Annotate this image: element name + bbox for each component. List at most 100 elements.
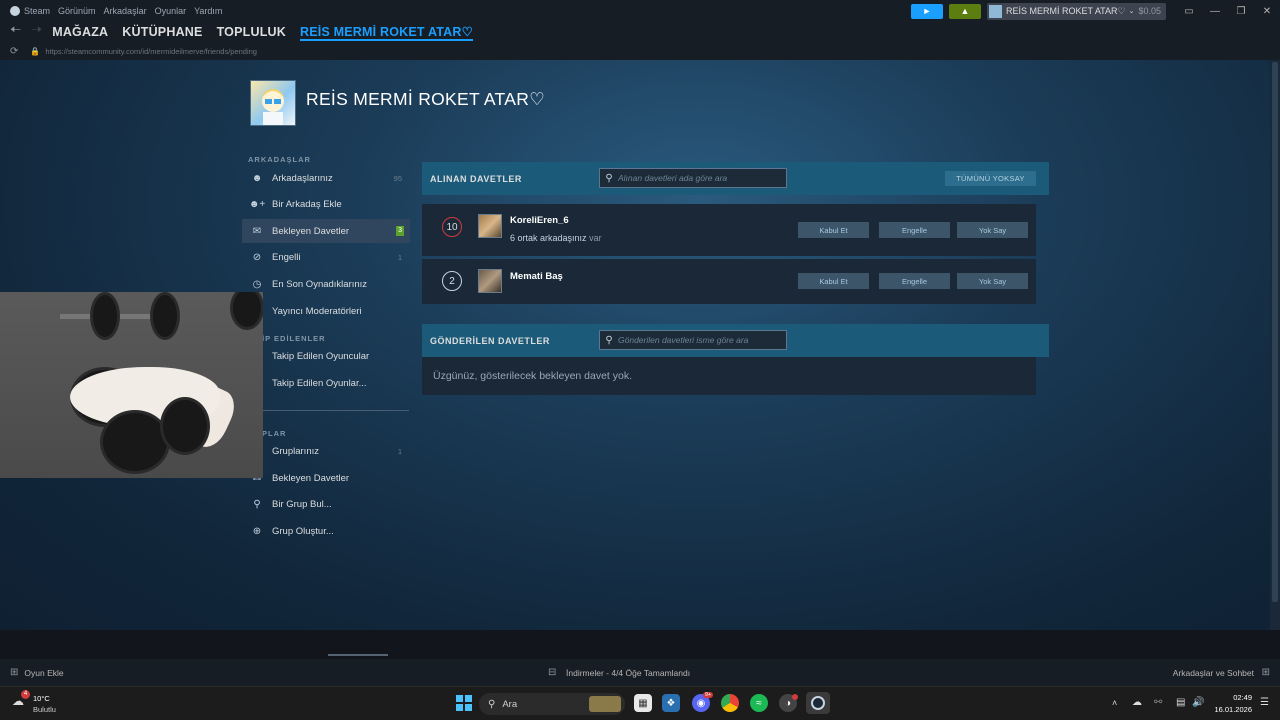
sidebar-item-your-groups[interactable]: Gruplarınız 1: [242, 439, 410, 463]
chrome-icon[interactable]: [721, 694, 739, 712]
block-button[interactable]: Engelle: [879, 222, 950, 238]
sidebar-item-blocked[interactable]: ⊘ Engelli 1: [242, 245, 410, 269]
sidebar-item-friends[interactable]: ☻ Arkadaşlarınız 95: [242, 166, 410, 190]
account-menu[interactable]: REİS MERMİ ROKET ATAR♡ ⌄ $0.05: [987, 2, 1166, 20]
news-ticker: [0, 630, 1280, 659]
weather-widget[interactable]: ☁ 4: [12, 690, 32, 708]
tab-community[interactable]: TOPLULUK: [217, 25, 286, 39]
tab-library[interactable]: KÜTÜPHANE: [122, 25, 202, 39]
back-arrow-icon[interactable]: 🠠: [10, 21, 21, 43]
sidebar-item-label: Bir Grup Bul...: [272, 498, 332, 510]
sidebar-item-label: Takip Edilen Oyuncular: [272, 350, 370, 362]
invite-row: 10 KoreliEren_6 6 ortak arkadaşınız var …: [422, 204, 1036, 256]
search-icon: ⚲: [605, 334, 613, 346]
sidebar-divider: [242, 410, 409, 411]
accept-button[interactable]: Kabul Et: [798, 222, 869, 238]
notifications-icon[interactable]: ☰: [1260, 697, 1269, 708]
menu-games[interactable]: Oyunlar: [155, 6, 187, 16]
sidebar-item-label: Yayıncı Moderatörleri: [272, 305, 362, 317]
menu-steam[interactable]: Steam: [24, 6, 50, 16]
sidebar-item-find-group[interactable]: ⚲ Bir Grup Bul...: [242, 492, 410, 516]
sent-invites-title: GÖNDERİLEN DAVETLER: [430, 335, 550, 346]
clock-date[interactable]: 16.01.2026: [1206, 705, 1252, 714]
scrollbar-thumb[interactable]: [1272, 62, 1278, 602]
tab-store[interactable]: MAĞAZA: [52, 25, 108, 39]
ignore-button[interactable]: Yok Say: [957, 222, 1028, 238]
menu-help[interactable]: Yardım: [194, 6, 222, 16]
big-picture-icon[interactable]: ▭: [1176, 6, 1202, 17]
sent-search-input[interactable]: [618, 335, 778, 345]
sidebar-item-label: Engelli: [272, 251, 301, 263]
close-icon[interactable]: ✕: [1254, 6, 1280, 17]
megaphone-icon: ►: [922, 6, 932, 16]
ignore-button[interactable]: Yok Say: [957, 273, 1028, 289]
received-search-input[interactable]: [618, 173, 778, 183]
sidebar-item-followed-players[interactable]: Takip Edilen Oyuncular: [242, 344, 410, 368]
volume-icon[interactable]: 🔊: [1192, 697, 1204, 708]
accept-button[interactable]: Kabul Et: [798, 273, 869, 289]
microphone-icon[interactable]: ⚯: [1154, 697, 1162, 708]
spotify-icon[interactable]: ≈: [750, 694, 768, 712]
steam-icon: [811, 696, 825, 710]
steam-taskbar-icon[interactable]: [806, 692, 830, 714]
sidebar-item-group-invites[interactable]: ✉ Bekleyen Davetler: [242, 466, 410, 490]
windows-start-icon[interactable]: [455, 694, 473, 712]
sidebar-item-followed-games[interactable]: Takip Edilen Oyunlar...: [242, 371, 410, 395]
taskbar-search[interactable]: ⚲ Ara: [479, 693, 625, 715]
friend-name[interactable]: KoreliEren_6: [510, 215, 569, 226]
video-overlay[interactable]: [0, 292, 263, 478]
notification-dot: [792, 694, 798, 700]
url-text[interactable]: https://steamcommunity.com/id/mermideilm…: [45, 47, 257, 56]
network-icon[interactable]: ▤: [1176, 697, 1185, 708]
notifications-button[interactable]: ▲: [949, 3, 981, 19]
sidebar-item-recent[interactable]: ◷ En Son Oynadıklarınız: [242, 272, 410, 296]
clock-icon: ◷: [252, 278, 262, 290]
block-button[interactable]: Engelle: [879, 273, 950, 289]
menu-friends[interactable]: Arkadaşlar: [104, 6, 147, 16]
chevron-down-icon: ⌄: [1128, 8, 1135, 15]
menu-view[interactable]: Görünüm: [58, 6, 96, 16]
clock-time[interactable]: 02:49: [1210, 693, 1252, 702]
ticker-divider: [328, 654, 388, 656]
search-icon: ⚲: [253, 498, 261, 510]
profile-avatar[interactable]: [250, 80, 296, 126]
invite-row: 2 Memati Baş Kabul Et Engelle Yok Say: [422, 259, 1036, 304]
weather-badge: 4: [21, 690, 30, 699]
sidebar-item-broadcast-mods[interactable]: ◉ Yayıncı Moderatörleri: [242, 299, 410, 323]
avatar[interactable]: [478, 269, 502, 293]
sidebar-item-label: Bekleyen Davetler: [272, 225, 350, 237]
refresh-icon[interactable]: ⟳: [10, 46, 18, 57]
sidebar-item-add-friend[interactable]: ☻+ Bir Arkadaş Ekle: [242, 192, 410, 216]
mutual-friends-text: 6 ortak arkadaşınız: [510, 233, 587, 243]
restore-icon[interactable]: ❐: [1228, 6, 1254, 17]
download-icon: ⊟: [548, 667, 557, 678]
friends-count: 95: [393, 173, 402, 183]
weather-temp: 10°C: [33, 694, 50, 703]
chevron-up-icon[interactable]: ˄: [1112, 698, 1117, 708]
sidebar-item-pending-invites[interactable]: ✉ Bekleyen Davetler 3: [242, 219, 410, 243]
announcements-button[interactable]: ►: [911, 3, 943, 19]
received-invites-title: ALINAN DAVETLER: [430, 173, 522, 184]
app-icon[interactable]: ❖: [662, 694, 680, 712]
sent-search-box[interactable]: ⚲: [599, 330, 787, 350]
url-bar: ⟳ 🔒 https://steamcommunity.com/id/mermid…: [0, 42, 1280, 60]
minimize-icon[interactable]: —: [1202, 6, 1228, 17]
friend-name[interactable]: Memati Baş: [510, 271, 563, 282]
friends-section-title: ARKADAŞLAR: [248, 155, 311, 164]
steam-level-badge: 2: [442, 271, 462, 291]
friends-chat-button[interactable]: Arkadaşlar ve Sohbet: [1173, 668, 1254, 678]
downloads-status[interactable]: İndirmeler - 4/4 Öğe Tamamlandı: [566, 668, 690, 678]
forward-arrow-icon[interactable]: 🠢: [31, 21, 42, 43]
tab-profile[interactable]: REİS MERMİ ROKET ATAR♡: [300, 24, 474, 41]
taskbar-search-label: Ara: [502, 698, 518, 710]
avatar[interactable]: [478, 214, 502, 238]
cloud-icon[interactable]: ☁: [1132, 697, 1142, 708]
add-game-button[interactable]: Oyun Ekle: [24, 668, 63, 678]
search-highlight-image: [589, 696, 621, 712]
ignore-all-button[interactable]: TÜMÜNÜ YOKSAY: [945, 171, 1036, 186]
sidebar-item-create-group[interactable]: ⊕ Grup Oluştur...: [242, 519, 410, 543]
task-view-icon[interactable]: ▦: [634, 694, 652, 712]
sidebar-item-label: Grup Oluştur...: [272, 525, 334, 537]
received-search-box[interactable]: ⚲: [599, 168, 787, 188]
empty-message: Üzgünüz, gösterilecek bekleyen davet yok…: [433, 370, 633, 382]
